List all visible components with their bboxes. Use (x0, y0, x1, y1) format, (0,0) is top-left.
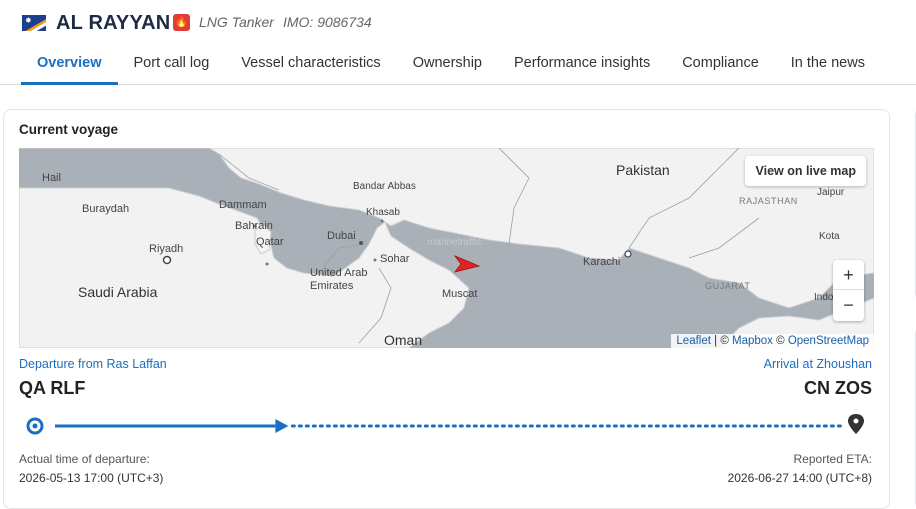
map-label-rajasthan: RAJASTHAN (739, 196, 798, 206)
departure-port-link[interactable]: Departure from Ras Laffan (19, 357, 167, 371)
tab-compliance[interactable]: Compliance (666, 50, 775, 85)
eta-label: Reported ETA: (793, 452, 872, 466)
map-label-hail: Hail (42, 172, 61, 184)
map-label-oman: Oman (384, 332, 423, 348)
map-label-bahrain: Bahrain (235, 220, 273, 232)
vessel-imo: IMO: 9086734 (282, 14, 372, 30)
eta-value: 2026-06-27 14:00 (UTC+8) (727, 471, 872, 485)
map-label-bandar-abbas: Bandar Abbas (353, 181, 416, 192)
map-attribution: Leaflet | © Mapbox © OpenStreetMap (671, 334, 874, 348)
view-live-map-button[interactable]: View on live map (745, 156, 866, 186)
map-label-jaipur: Jaipur (817, 187, 845, 198)
map-label-qatar: Qatar (256, 236, 284, 248)
zoom-out-button[interactable]: − (833, 290, 864, 320)
vessel-name: AL RAYYAN (56, 12, 171, 34)
map-label-buraydah: Buraydah (82, 203, 130, 215)
tab-port-call-log[interactable]: Port call log (118, 50, 226, 85)
mapbox-link[interactable]: Mapbox (732, 335, 773, 347)
voyage-map[interactable]: marinetraffic Hail Buraydah Riyadh Saudi… (19, 148, 874, 348)
map-label-uae: United Arab Emirates (310, 267, 368, 292)
map-label-riyadh: Riyadh (149, 243, 184, 255)
tab-vessel-characteristics[interactable]: Vessel characteristics (225, 50, 396, 85)
attribution-separator: | © (714, 335, 729, 347)
attribution-separator: © (776, 335, 785, 347)
qatar-dot (265, 262, 269, 266)
map-label-saudi-arabia: Saudi Arabia (78, 284, 158, 300)
map-watermark: marinetraffic (427, 237, 482, 248)
map-label-khasab: Khasab (366, 207, 400, 218)
card-title: Current voyage (19, 122, 119, 137)
openstreetmap-link[interactable]: OpenStreetMap (788, 335, 869, 347)
tab-ownership[interactable]: Ownership (397, 50, 498, 85)
map-label-indo: Indo (814, 292, 834, 303)
leaflet-link[interactable]: Leaflet (676, 335, 711, 347)
voyage-progress-bar (26, 414, 864, 435)
map-label-dammam: Dammam (219, 199, 267, 211)
map-label-sohar: Sohar (380, 253, 410, 265)
atd-value: 2026-05-13 17:00 (UTC+3) (19, 471, 164, 485)
departure-code: QA RLF (19, 378, 86, 398)
arrival-pin-icon (848, 414, 864, 434)
map-label-kota: Kota (819, 231, 840, 242)
map-label-dubai: Dubai (327, 230, 356, 242)
current-voyage-card: Current voyage marinetraffic Hail Burayd… (3, 109, 890, 509)
tab-overview[interactable]: Overview (21, 50, 118, 85)
khasab-dot (380, 219, 384, 223)
progress-head-icon (275, 419, 289, 433)
tab-in-the-news[interactable]: In the news (775, 50, 881, 85)
atd-label: Actual time of departure: (19, 452, 150, 466)
arrival-port-link[interactable]: Arrival at Zhoushan (764, 357, 872, 371)
zoom-control: + − (833, 260, 864, 321)
vessel-type: LNG Tanker (199, 14, 274, 30)
map-label-gujarat: GUJARAT (705, 281, 751, 291)
riyadh-dot (162, 255, 172, 265)
tab-bar: Overview Port call log Vessel characteri… (21, 50, 881, 85)
map-label-muscat: Muscat (442, 288, 478, 300)
vessel-position-icon (453, 255, 481, 273)
dubai-dot (359, 241, 363, 245)
marshall-islands-flag-icon: ✸ (22, 15, 46, 31)
map-label-pakistan: Pakistan (616, 162, 670, 178)
sohar-dot (373, 258, 377, 262)
tab-performance-insights[interactable]: Performance insights (498, 50, 666, 85)
zoom-in-button[interactable]: + (833, 260, 864, 290)
map-label-karachi: Karachi (583, 256, 621, 268)
karachi-dot (624, 250, 632, 258)
vessel-header: ✸ AL RAYYAN 🔥 LNG Tanker IMO: 9086734 Ove… (0, 0, 916, 85)
vessel-meta: LNG Tanker IMO: 9086734 (199, 14, 372, 30)
arrival-code: CN ZOS (803, 378, 872, 398)
flame-icon: 🔥 (173, 14, 190, 31)
